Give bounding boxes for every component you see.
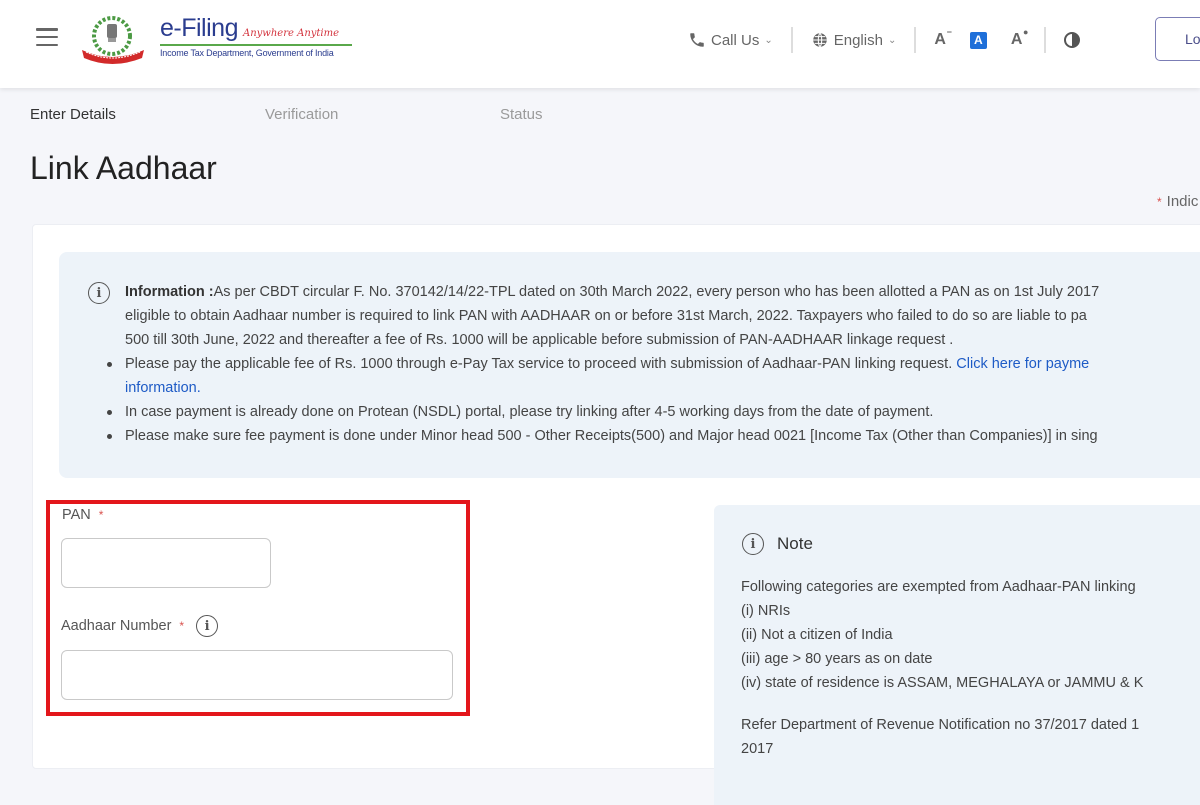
- brand-subtitle: Income Tax Department, Government of Ind…: [160, 48, 334, 58]
- font-size-increase-button[interactable]: A ●: [1010, 27, 1029, 49]
- contrast-icon[interactable]: [1064, 32, 1081, 48]
- info-icon: i: [88, 282, 110, 304]
- note-panel: i Note Following categories are exempted…: [714, 505, 1200, 805]
- income-tax-emblem-logo: [82, 16, 144, 64]
- form-card: i Information :As per CBDT circular F. N…: [32, 224, 1200, 805]
- payment-info-link[interactable]: Click here for payme: [956, 356, 1089, 372]
- information-bullet: Please make sure fee payment is done und…: [103, 424, 1200, 448]
- toolbar-divider: [914, 27, 917, 53]
- information-text: Information :As per CBDT circular F. No.…: [107, 280, 1200, 448]
- aadhaar-info-icon[interactable]: i: [196, 615, 219, 637]
- note-refer: Refer Department of Revenue Notification…: [741, 717, 1140, 733]
- information-paragraph-line2: eligible to obtain Aadhaar number is req…: [125, 308, 1087, 324]
- main-content: Enter Details Verification Status Link A…: [12, 94, 1200, 805]
- header-toolbar: Call Us ⌄ English ⌄ A − A A ●: [688, 20, 1081, 60]
- note-item: (iii) age > 80 years as on date: [741, 651, 933, 667]
- language-dropdown[interactable]: English ⌄: [811, 31, 897, 49]
- information-bullets: Please pay the applicable fee of Rs. 100…: [103, 352, 1200, 448]
- top-header: e-Filing Anywhere Anytime Income Tax Dep…: [0, 0, 1200, 88]
- font-size-decrease-button[interactable]: A −: [934, 27, 952, 49]
- page-title: Link Aadhaar: [30, 150, 217, 186]
- information-bullet: In case payment is already done on Prote…: [103, 400, 1200, 424]
- note-header: i Note: [742, 533, 813, 555]
- aadhaar-label: Aadhaar Number * i: [61, 615, 219, 637]
- required-asterisk: *: [179, 619, 185, 633]
- pan-input[interactable]: [61, 538, 271, 588]
- note-body: Following categories are exempted from A…: [741, 575, 1143, 761]
- note-title: Note: [777, 534, 813, 553]
- aadhaar-number-input[interactable]: [61, 650, 453, 700]
- information-bullet: Please pay the applicable fee of Rs. 100…: [103, 352, 1200, 400]
- information-panel: i Information :As per CBDT circular F. N…: [59, 252, 1200, 478]
- required-asterisk: *: [98, 508, 104, 522]
- font-increase-label: A: [1010, 31, 1023, 48]
- info-icon: i: [742, 533, 764, 555]
- payment-info-link-continued[interactable]: information.: [125, 380, 201, 396]
- note-refer-line2: 2017: [741, 741, 774, 757]
- information-label: Information :: [125, 284, 214, 300]
- information-paragraph: As per CBDT circular F. No. 370142/14/22…: [213, 284, 1100, 300]
- chevron-down-icon: ⌄: [887, 34, 897, 46]
- bullet-text: Please pay the applicable fee of Rs. 100…: [125, 356, 957, 372]
- step-verification: Verification: [265, 106, 339, 123]
- note-item: (i) NRIs: [741, 603, 791, 619]
- efiling-brand[interactable]: e-Filing Anywhere Anytime Income Tax Dep…: [160, 14, 352, 58]
- note-intro: Following categories are exempted from A…: [741, 579, 1136, 595]
- required-asterisk: *: [1157, 195, 1162, 209]
- brand-divider: [160, 44, 352, 46]
- progress-stepper: Enter Details Verification Status: [30, 106, 543, 123]
- step-enter-details: Enter Details: [30, 106, 116, 123]
- toolbar-divider: [1044, 27, 1047, 53]
- mandatory-fields-note: * Indic: [1157, 193, 1198, 210]
- pan-label-text: PAN: [62, 507, 91, 523]
- note-item: (iv) state of residence is ASSAM, MEGHAL…: [741, 675, 1144, 691]
- language-label: English: [833, 31, 883, 49]
- toolbar-divider: [790, 27, 793, 53]
- call-us-label: Call Us: [711, 31, 760, 49]
- font-decrease-label: A: [934, 31, 946, 48]
- globe-icon: [812, 32, 827, 48]
- note-item: (ii) Not a citizen of India: [741, 627, 893, 643]
- bullet-text: In case payment is already done on Prote…: [125, 404, 934, 420]
- hamburger-menu-icon[interactable]: [36, 28, 58, 46]
- login-button[interactable]: Lo: [1155, 17, 1200, 61]
- brand-tagline: Anywhere Anytime: [242, 28, 340, 39]
- phone-icon: [690, 33, 704, 47]
- pan-label: PAN *: [62, 507, 103, 523]
- font-size-normal-button[interactable]: A: [969, 31, 987, 49]
- information-paragraph-line3: 500 till 30th June, 2022 and thereafter …: [125, 332, 954, 348]
- bullet-text: Please make sure fee payment is done und…: [125, 428, 1098, 444]
- brand-title: e-Filing: [160, 14, 238, 42]
- mandatory-note-text: Indic: [1166, 193, 1199, 210]
- chevron-down-icon: ⌄: [764, 34, 773, 46]
- font-normal-label: A: [974, 33, 983, 47]
- call-us-dropdown[interactable]: Call Us ⌄: [688, 31, 773, 49]
- aadhaar-label-text: Aadhaar Number: [61, 618, 172, 634]
- step-status: Status: [500, 106, 543, 123]
